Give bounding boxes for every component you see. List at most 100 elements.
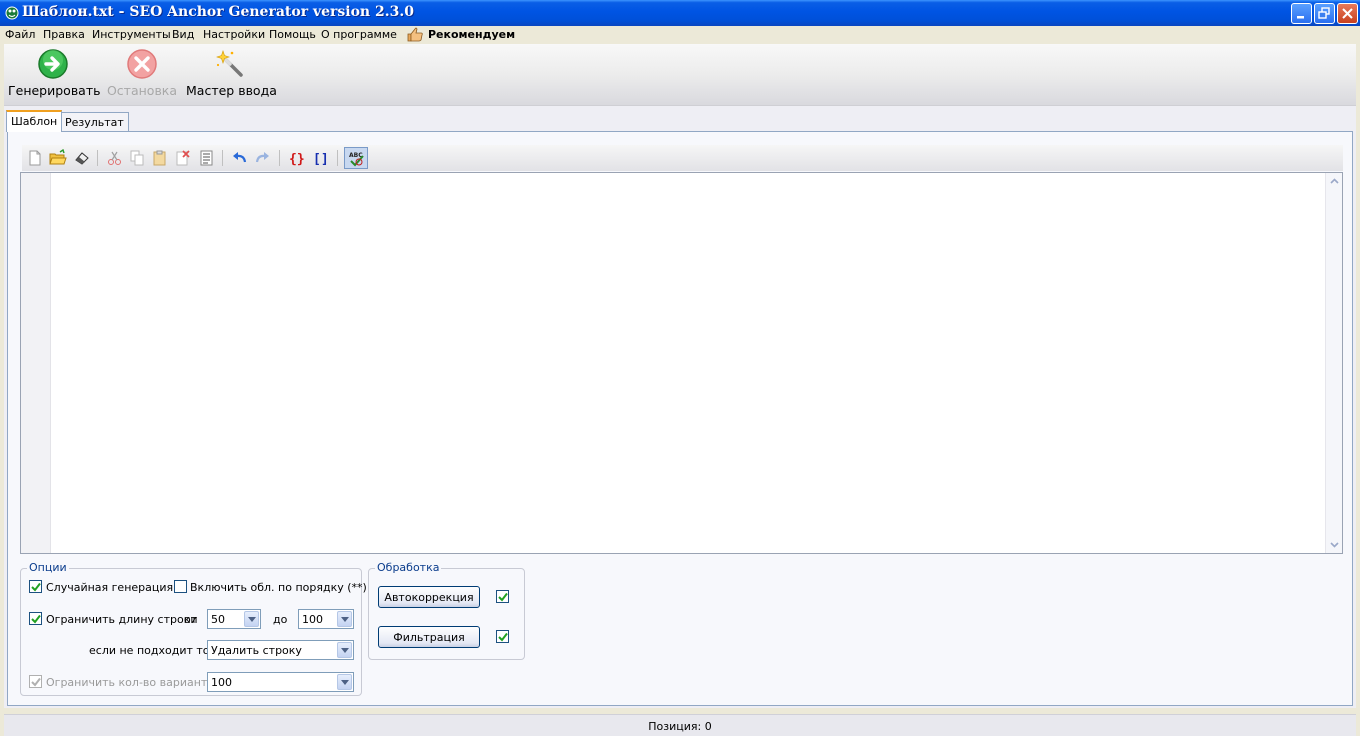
include-in-order-checkbox[interactable] [174, 580, 187, 593]
limit-length-label: Ограничить длину строки [46, 613, 198, 626]
arrow-right-icon [38, 49, 68, 79]
close-button[interactable] [1337, 3, 1358, 24]
generate-button[interactable]: Генерировать [8, 48, 101, 98]
check-icon [498, 632, 508, 642]
random-generation-checkbox[interactable] [29, 580, 42, 593]
length-from-select[interactable]: 50 [207, 609, 261, 629]
minimize-icon [1297, 16, 1304, 19]
length-from-value: 50 [211, 613, 225, 626]
magic-wand-icon [216, 50, 243, 77]
template-editor [20, 172, 1343, 554]
autocorrect-button[interactable]: Автокоррекция [378, 586, 480, 608]
limit-variants-label: Ограничить кол-во вариантов [46, 676, 221, 689]
template-text-area[interactable] [52, 173, 1324, 553]
dropdown-button[interactable] [244, 611, 259, 627]
check-icon [31, 582, 41, 592]
stop-button[interactable]: Остановка [106, 48, 178, 98]
chevron-down-icon [248, 617, 256, 622]
vertical-scrollbar[interactable] [1325, 173, 1342, 553]
check-icon [498, 592, 508, 602]
length-to-select[interactable]: 100 [298, 609, 354, 629]
tab-template[interactable]: Шаблон [6, 110, 63, 132]
line-number-gutter [21, 173, 51, 553]
scroll-up-icon[interactable] [1328, 175, 1341, 188]
undo-icon[interactable] [230, 149, 248, 167]
svg-text:[]: [] [313, 152, 329, 167]
processing-legend: Обработка [375, 561, 442, 574]
tab-template-label: Шаблон [11, 115, 58, 128]
to-label: до [273, 613, 288, 626]
length-to-value: 100 [302, 613, 323, 626]
stop-label: Остановка [106, 83, 178, 98]
open-folder-icon[interactable] [49, 149, 67, 167]
generate-label: Генерировать [8, 83, 101, 98]
toolbar-separator [222, 150, 223, 166]
tab-result[interactable]: Результат [60, 112, 129, 132]
processing-group: Обработка Автокоррекция Фильтрация [368, 561, 525, 660]
filter-checkbox[interactable] [496, 630, 509, 643]
spellcheck-toggle[interactable]: ABC [344, 147, 368, 169]
chevron-down-icon [341, 617, 349, 622]
random-generation-label: Случайная генерация [46, 581, 174, 594]
delete-icon[interactable] [174, 149, 192, 167]
options-group: Опции Случайная генерация Включить обл. … [20, 561, 367, 696]
menu-tools[interactable]: Инструменты [92, 28, 171, 41]
status-bar: Позиция: 0 [4, 714, 1356, 736]
maximize-button[interactable] [1314, 3, 1335, 24]
options-legend: Опции [27, 561, 69, 574]
menu-view[interactable]: Вид [172, 28, 194, 41]
square-brackets-icon[interactable]: [] [312, 149, 330, 167]
cursor-position: Позиция: 0 [648, 720, 712, 733]
if-not-fit-label: если не подходит то [89, 644, 210, 657]
svg-text:{}: {} [289, 152, 305, 167]
dropdown-button[interactable] [337, 674, 352, 690]
menu-about[interactable]: О программе [321, 28, 397, 41]
menu-recommend[interactable]: Рекомендуем [428, 28, 515, 41]
redo-icon[interactable] [254, 149, 272, 167]
dropdown-button[interactable] [337, 611, 352, 627]
limit-variants-select[interactable]: 100 [207, 672, 354, 692]
app-icon [5, 6, 19, 20]
check-icon [31, 614, 41, 624]
filter-button[interactable]: Фильтрация [378, 626, 480, 648]
restore-icon [1318, 7, 1330, 19]
limit-length-checkbox[interactable] [29, 612, 42, 625]
autocorrect-label: Автокоррекция [384, 591, 474, 604]
paste-icon[interactable] [151, 149, 169, 167]
close-icon [1342, 8, 1353, 19]
include-in-order-label: Включить обл. по порядку (**) [190, 581, 367, 594]
tab-result-label: Результат [65, 116, 124, 129]
wizard-button[interactable]: Мастер ввода [186, 48, 277, 98]
curly-braces-icon[interactable]: {} [288, 149, 306, 167]
thumbs-up-icon [407, 27, 423, 42]
menu-file[interactable]: Файл [5, 28, 35, 41]
autocorrect-checkbox[interactable] [496, 590, 509, 603]
stop-icon [127, 49, 157, 79]
limit-variants-checkbox[interactable] [29, 675, 42, 688]
copy-icon[interactable] [128, 149, 146, 167]
chevron-down-icon [341, 680, 349, 685]
chevron-down-icon [341, 648, 349, 653]
editor-toolbar: {} [] ABC [22, 145, 1343, 171]
eraser-icon[interactable] [73, 149, 91, 167]
toolbar-separator [279, 150, 280, 166]
window-title: Шаблон.txt - SEO Anchor Generator versio… [22, 4, 414, 20]
main-area: Шаблон Результат {} [] ABC Опции Случайн… [4, 106, 1356, 708]
cut-icon[interactable] [106, 149, 124, 167]
title-bar: Шаблон.txt - SEO Anchor Generator versio… [0, 0, 1360, 26]
if-not-fit-value: Удалить строку [211, 644, 302, 657]
menu-edit[interactable]: Правка [43, 28, 85, 41]
toolbar-separator [97, 150, 98, 166]
wizard-label: Мастер ввода [186, 83, 277, 98]
select-all-icon[interactable] [198, 149, 216, 167]
menu-settings[interactable]: Настройки [203, 28, 265, 41]
if-not-fit-select[interactable]: Удалить строку [207, 640, 354, 660]
menu-help[interactable]: Помощь [269, 28, 316, 41]
scroll-down-icon[interactable] [1328, 538, 1341, 551]
minimize-button[interactable] [1291, 3, 1312, 24]
dropdown-button[interactable] [337, 642, 352, 658]
new-file-icon[interactable] [26, 149, 44, 167]
from-label: от [184, 613, 198, 626]
spellcheck-icon: ABC [349, 152, 364, 167]
toolbar-separator [337, 150, 338, 166]
